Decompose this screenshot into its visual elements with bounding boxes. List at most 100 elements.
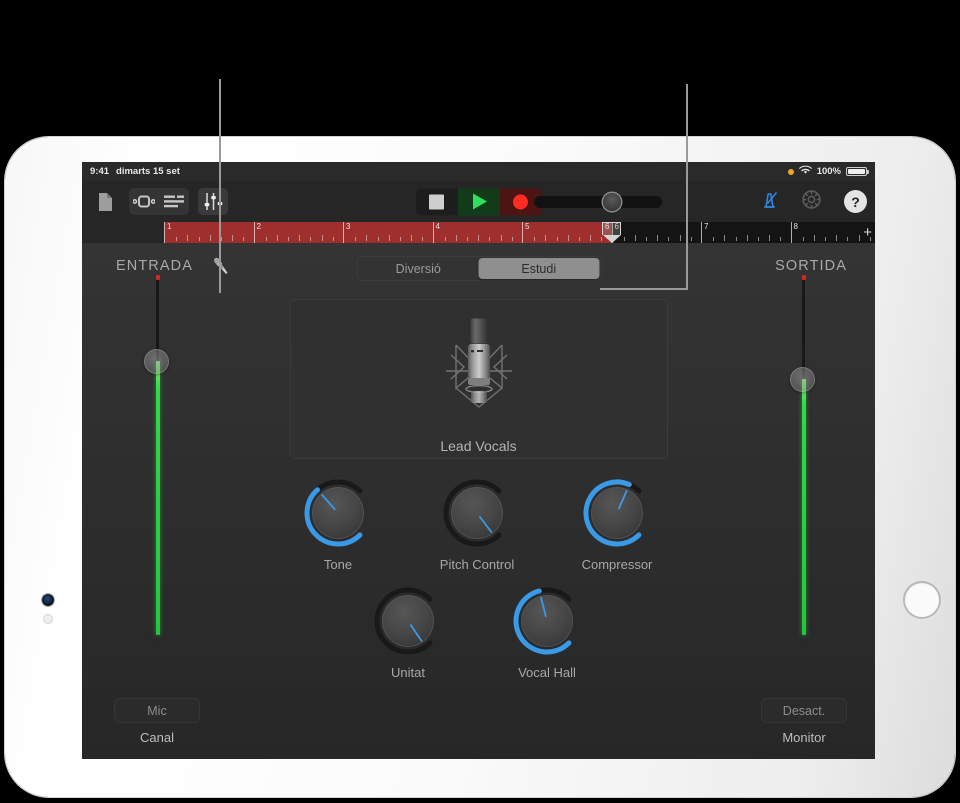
help-icon[interactable]: ?	[844, 190, 867, 213]
callout-line-view-mode-vertical	[686, 84, 688, 290]
ruler-beat-tick	[813, 235, 815, 241]
master-volume-knob[interactable]	[603, 192, 622, 211]
knob-vocal-hall[interactable]: Vocal Hall	[509, 583, 585, 680]
ruler-beat-tick	[746, 235, 748, 241]
fader-level-fill	[801, 379, 806, 635]
knob-compressor[interactable]: Compressor	[579, 475, 655, 572]
home-button[interactable]	[903, 581, 941, 619]
ruler-beat-tick	[578, 237, 580, 241]
battery-percent-label: 100%	[816, 166, 841, 177]
metronome-icon[interactable]	[760, 190, 779, 214]
ruler-beat-tick	[679, 235, 681, 241]
condenser-microphone-icon	[440, 315, 518, 432]
callout-line-input-source	[219, 79, 221, 293]
channel-caption: Canal	[140, 730, 174, 745]
ruler-bar-number: 8	[793, 222, 798, 231]
my-songs-icon[interactable]	[90, 188, 120, 215]
tab-diversio[interactable]: Diversió	[358, 258, 479, 279]
settings-gear-icon[interactable]	[801, 189, 822, 215]
callout-line-view-mode-horizontal	[600, 288, 688, 290]
ruler-beat-tick	[847, 237, 849, 241]
ruler-bar-number: 5	[525, 222, 530, 231]
output-volume-fader[interactable]	[783, 275, 823, 635]
knob-label: Pitch Control	[439, 557, 515, 572]
ruler-beat-tick	[198, 237, 200, 241]
knob-pitch-control[interactable]: Pitch Control	[439, 475, 515, 572]
ruler-beat-tick	[769, 235, 771, 241]
ruler-beat-tick	[411, 235, 413, 241]
ruler-beat-tick	[545, 235, 547, 241]
ruler-bar-number: 2	[256, 222, 261, 231]
ruler-beat-tick	[802, 237, 804, 241]
fader-knob[interactable]	[144, 348, 169, 374]
ruler-bar-number: 3	[346, 222, 351, 231]
monitor-button[interactable]: Desact.	[761, 698, 847, 723]
playhead-bar-number: 6	[605, 222, 610, 231]
ruler-beat-tick	[220, 237, 222, 241]
fader-knob[interactable]	[790, 366, 815, 392]
timeline-ruler[interactable]: 12345678 6 +	[82, 222, 875, 243]
ruler-beat-tick	[500, 235, 502, 241]
ruler-beat-tick	[232, 235, 234, 241]
tab-estudi[interactable]: Estudi	[478, 258, 599, 279]
stop-button[interactable]	[415, 188, 458, 215]
ruler-beat-tick	[455, 235, 457, 241]
ruler-beat-tick	[265, 237, 267, 241]
master-volume-slider[interactable]	[534, 192, 662, 211]
ruler-bar: 1	[164, 222, 254, 243]
loop-browser-icon[interactable]	[129, 188, 159, 215]
ruler-beat-tick	[399, 237, 401, 241]
playhead-marker[interactable]: 6	[602, 222, 621, 243]
knob-dial[interactable]	[370, 583, 446, 659]
knob-dial[interactable]	[509, 583, 585, 659]
add-section-button[interactable]: +	[863, 222, 872, 243]
ruler-bar: 7	[701, 222, 791, 243]
microphone-icon[interactable]	[210, 255, 232, 282]
ruler-beat-tick	[187, 235, 189, 241]
knob-dial[interactable]	[300, 475, 376, 551]
ruler-beat-tick	[858, 235, 860, 241]
ruler-bar-number: 4	[435, 222, 440, 231]
ruler-beat-tick	[288, 237, 290, 241]
ruler-bar-number: 1	[167, 222, 172, 231]
transport-controls	[415, 188, 542, 215]
studio-panel: ENTRADA Diversió Estudi SORTIDA Lead Voc…	[82, 243, 875, 759]
ios-status-bar: 9:41 dimarts 15 set 100%	[82, 162, 875, 181]
io-header: ENTRADA Diversió Estudi SORTIDA	[82, 243, 875, 293]
ruler-beat-tick	[444, 237, 446, 241]
ruler-beat-tick	[690, 237, 692, 241]
mixer-fader-icon[interactable]	[198, 188, 228, 215]
fader-peak-indicator	[801, 275, 806, 280]
channel-button[interactable]: Mic	[114, 698, 200, 723]
knob-dial[interactable]	[439, 475, 515, 551]
instrument-card[interactable]: Lead Vocals	[289, 299, 668, 459]
knob-unitat[interactable]: Unitat	[370, 583, 446, 680]
channel-control: Mic Canal	[114, 698, 200, 745]
ruler-beat-tick	[724, 235, 726, 241]
ruler-beat-tick	[478, 235, 480, 241]
ruler-beat-tick	[355, 237, 357, 241]
ruler-beat-tick	[209, 235, 211, 241]
input-volume-fader[interactable]	[137, 275, 177, 635]
knob-label: Compressor	[581, 557, 653, 572]
ruler-beat-tick	[388, 235, 390, 241]
ruler-beat-tick	[567, 235, 569, 241]
ambient-light-sensor-icon	[44, 615, 52, 623]
monitor-control: Desact. Monitor	[761, 698, 847, 745]
fader-peak-indicator	[155, 275, 160, 280]
ruler-beat-tick	[310, 237, 312, 241]
ruler-beat-tick	[299, 235, 301, 241]
ruler-beat-tick	[534, 237, 536, 241]
track-view-icon[interactable]	[159, 188, 189, 215]
ruler-beat-tick	[556, 237, 558, 241]
ruler-beat-tick	[422, 237, 424, 241]
ruler-beat-tick	[366, 235, 368, 241]
knob-dial[interactable]	[579, 475, 655, 551]
view-mode-segmented-control[interactable]: Diversió Estudi	[356, 256, 601, 281]
play-button[interactable]	[457, 188, 500, 215]
ruler-beat-tick	[243, 237, 245, 241]
ruler-bar: 4	[432, 222, 523, 243]
ruler-beat-tick	[634, 235, 636, 241]
status-time: 9:41	[90, 166, 110, 177]
knob-tone[interactable]: Tone	[300, 475, 376, 572]
